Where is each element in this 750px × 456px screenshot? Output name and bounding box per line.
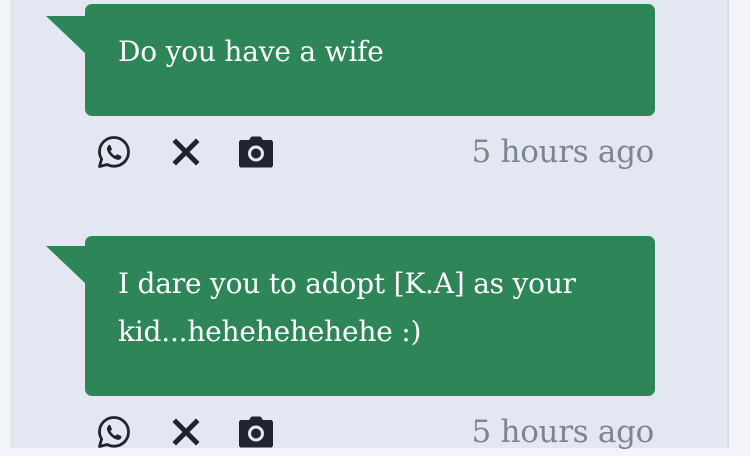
message-text: Do you have a wife [118,35,384,68]
whatsapp-icon [98,416,130,448]
close-button[interactable] [166,412,206,452]
camera-icon [239,136,273,168]
whatsapp-share-button[interactable] [94,132,134,172]
message-actions: 5 hours ago [94,132,654,176]
speech-bubble-tail [46,246,86,284]
message-timestamp: 5 hours ago [471,134,655,170]
camera-icon [239,416,273,448]
message-feed: Do you have a wife 5 hours ago I dare yo… [10,0,729,450]
close-button[interactable] [166,132,206,172]
message-bubble: I dare you to adopt [K.A] as your kid...… [85,236,655,396]
message-timestamp: 5 hours ago [471,414,655,450]
camera-button[interactable] [236,412,276,452]
speech-bubble-tail [46,16,86,54]
close-icon [172,418,200,446]
message-actions: 5 hours ago [94,412,654,456]
whatsapp-icon [98,136,130,168]
close-icon [172,138,200,166]
message-bubble: Do you have a wife [85,4,655,116]
camera-button[interactable] [236,132,276,172]
whatsapp-share-button[interactable] [94,412,134,452]
message-text: I dare you to adopt [K.A] as your kid...… [118,267,576,348]
